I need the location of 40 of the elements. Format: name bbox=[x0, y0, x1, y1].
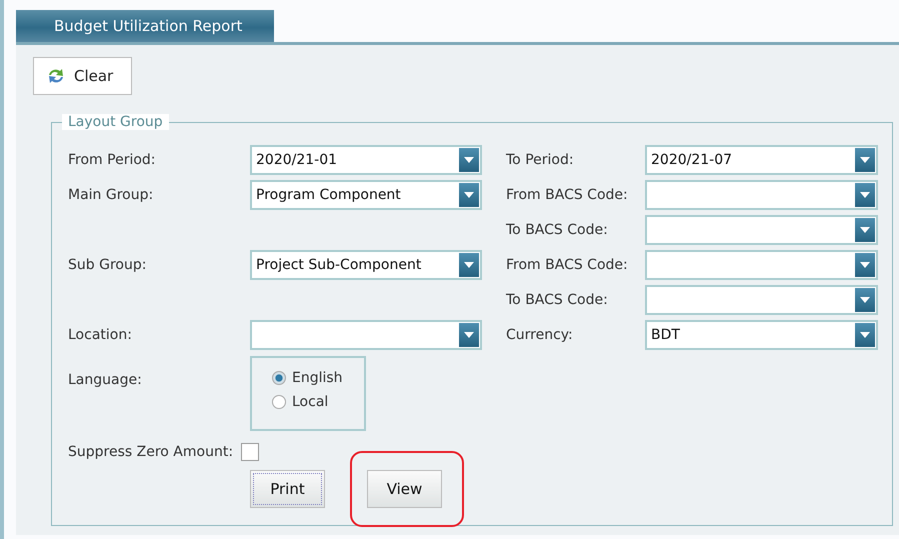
report-tab[interactable]: Budget Utilization Report bbox=[16, 10, 274, 42]
dropdown-field[interactable]: BDT bbox=[645, 320, 878, 350]
dropdown-field[interactable] bbox=[645, 285, 878, 315]
field-label: Main Group: bbox=[68, 186, 154, 205]
caret-icon bbox=[860, 332, 870, 338]
dropdown-field[interactable] bbox=[645, 180, 878, 210]
dropdown-field[interactable]: 2020/21-07 bbox=[645, 145, 878, 175]
caret-icon bbox=[860, 157, 870, 163]
caret-icon bbox=[860, 227, 870, 233]
field-label: To BACS Code: bbox=[506, 221, 609, 240]
group-title: Layout Group bbox=[62, 114, 169, 130]
dropdown-field[interactable]: Project Sub-Component bbox=[250, 250, 482, 280]
caret-icon bbox=[464, 332, 474, 338]
action-button[interactable]: View bbox=[367, 470, 442, 508]
action-button[interactable]: Print bbox=[250, 470, 325, 508]
checkbox[interactable] bbox=[241, 443, 260, 461]
field-label: Location: bbox=[68, 326, 133, 345]
field-label: Language: bbox=[68, 371, 143, 390]
field-label: From Period: bbox=[68, 151, 157, 170]
field-label: From BACS Code: bbox=[506, 186, 629, 205]
field-label: Sub Group: bbox=[68, 256, 148, 275]
radio-option[interactable]: Local bbox=[272, 394, 364, 410]
dropdown-field[interactable]: Program Component bbox=[250, 180, 482, 210]
caret-icon bbox=[464, 157, 474, 163]
field-label: To Period: bbox=[506, 151, 575, 170]
field-label: To BACS Code: bbox=[506, 291, 609, 310]
dropdown-field[interactable]: 2020/21-01 bbox=[250, 145, 482, 175]
caret-icon bbox=[860, 192, 870, 198]
caret-icon bbox=[464, 262, 474, 268]
dropdown-field[interactable] bbox=[645, 215, 878, 245]
clear-button[interactable]: Clear bbox=[33, 57, 132, 95]
dropdown-field[interactable] bbox=[250, 320, 482, 350]
caret-icon bbox=[464, 192, 474, 198]
field-label: Currency: bbox=[506, 326, 574, 345]
radio-option[interactable]: English bbox=[272, 370, 364, 386]
field-label: Suppress Zero Amount: bbox=[68, 444, 234, 460]
caret-icon bbox=[860, 262, 870, 268]
dropdown-field[interactable] bbox=[645, 250, 878, 280]
caret-icon bbox=[860, 297, 870, 303]
field-label: From BACS Code: bbox=[506, 256, 629, 275]
